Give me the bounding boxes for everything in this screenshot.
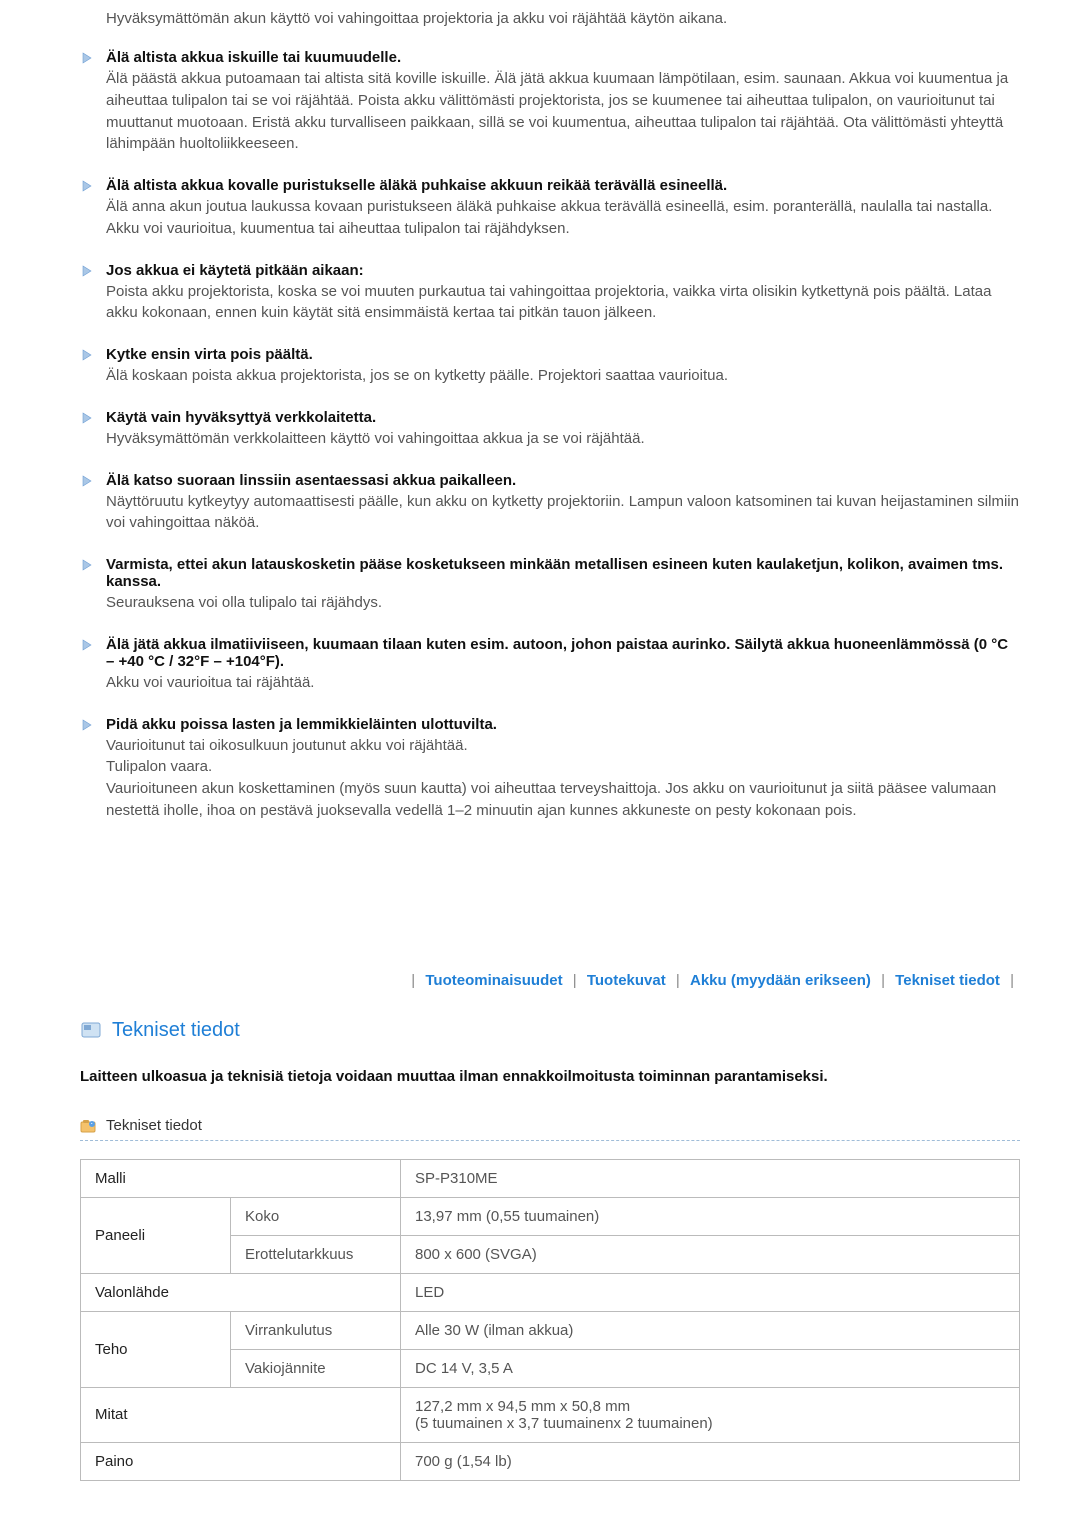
spec-light-value: LED [401,1273,1020,1311]
spec-power-volt-value: DC 14 V, 3,5 A [401,1349,1020,1387]
section-heading-label: Tekniset tiedot [112,1019,240,1042]
warning-item: Käytä vain hyväksyttyä verkkolaitetta. Hy… [80,409,1020,450]
warning-item: Pidä akku poissa lasten ja lemmikkieläin… [80,716,1020,822]
spec-power-cons-value: Alle 30 W (ilman akkua) [401,1311,1020,1349]
warning-title: Pidä akku poissa lasten ja lemmikkieläin… [106,716,1020,733]
subsection-label: Tekniset tiedot [106,1117,202,1134]
spec-dim-label: Mitat [81,1387,401,1442]
warning-body: Vaurioitunut tai oikosulkuun joutunut ak… [106,735,1020,822]
spec-panel-res-label: Erottelutarkkuus [231,1235,401,1273]
bullet-right-icon [80,558,94,572]
spec-dim-value: 127,2 mm x 94,5 mm x 50,8 mm (5 tuumaine… [401,1387,1020,1442]
bullet-right-icon [80,348,94,362]
warning-body: Älä anna akun joutua laukussa kovaan pur… [106,196,1020,240]
spec-power-label: Teho [81,1311,231,1387]
warning-item: Älä jätä akkua ilmatiiviiseen, kuumaan t… [80,636,1020,694]
warning-title: Jos akkua ei käytetä pitkään aikaan: [106,262,1020,279]
section-heading: Tekniset tiedot [80,1019,1020,1042]
warning-body: Akku voi vaurioitua tai räjähtää. [106,672,1020,694]
bullet-right-icon [80,264,94,278]
subsection-icon [80,1118,98,1133]
spec-power-volt-label: Vakiojännite [231,1349,401,1387]
warning-body: Poista akku projektorista, koska se voi … [106,281,1020,325]
spec-model-value: SP-P310ME [401,1159,1020,1197]
spec-panel-label: Paneeli [81,1197,231,1273]
warning-body: Hyväksymättömän verkkolaitteen käyttö vo… [106,428,1020,450]
warning-item: Varmista, ettei akun latauskosketin pääs… [80,556,1020,614]
bullet-right-icon [80,718,94,732]
warning-title: Käytä vain hyväksyttyä verkkolaitetta. [106,409,1020,426]
spec-weight-label: Paino [81,1442,401,1480]
spec-power-cons-label: Virrankulutus [231,1311,401,1349]
nav-link-specs[interactable]: Tekniset tiedot [895,972,1000,989]
bullet-right-icon [80,474,94,488]
bullet-right-icon [80,411,94,425]
warning-item: Älä altista akkua kovalle puristukselle … [80,177,1020,240]
spec-weight-value: 700 g (1,54 lb) [401,1442,1020,1480]
subsection-heading: Tekniset tiedot [80,1117,1020,1141]
nav-link-images[interactable]: Tuotekuvat [587,972,666,989]
section-note: Laitteen ulkoasua ja teknisiä tietoja vo… [80,1068,1020,1085]
bullet-right-icon [80,638,94,652]
nav-link-features[interactable]: Tuoteominaisuudet [425,972,562,989]
spec-panel-res-value: 800 x 600 (SVGA) [401,1235,1020,1273]
warning-title: Varmista, ettei akun latauskosketin pääs… [106,556,1020,590]
spec-panel-size-value: 13,97 mm (0,55 tuumainen) [401,1197,1020,1235]
warning-title: Älä jätä akkua ilmatiiviiseen, kuumaan t… [106,636,1020,670]
warning-body: Näyttöruutu kytkeytyy automaattisesti pä… [106,491,1020,535]
spec-panel-size-label: Koko [231,1197,401,1235]
warning-body: Seurauksena voi olla tulipalo tai räjähd… [106,592,1020,614]
section-icon [80,1019,102,1041]
warning-item: Jos akkua ei käytetä pitkään aikaan: Pois… [80,262,1020,325]
warning-item: Älä katso suoraan linssiin asentaessasi … [80,472,1020,535]
warning-item: Älä altista akkua iskuille tai kuumuudel… [80,49,1020,155]
spec-model-label: Malli [81,1159,401,1197]
warning-title: Kytke ensin virta pois päältä. [106,346,1020,363]
spec-light-label: Valonlähde [81,1273,401,1311]
warning-intro-text: Hyväksymättömän akun käyttö voi vahingoi… [80,10,1020,27]
nav-link-battery[interactable]: Akku (myydään erikseen) [690,972,871,989]
warning-title: Älä altista akkua kovalle puristukselle … [106,177,1020,194]
bullet-right-icon [80,179,94,193]
warning-body: Älä koskaan poista akkua projektorista, … [106,365,1020,387]
warning-title: Älä katso suoraan linssiin asentaessasi … [106,472,1020,489]
spec-table: Malli SP-P310ME Paneeli Koko 13,97 mm (0… [80,1159,1020,1481]
warning-item: Kytke ensin virta pois päältä. Älä koskaa… [80,346,1020,387]
warning-body: Älä päästä akkua putoamaan tai altista s… [106,68,1020,155]
section-nav-links: | Tuoteominaisuudet | Tuotekuvat | Akku … [80,972,1020,989]
bullet-right-icon [80,51,94,65]
warning-title: Älä altista akkua iskuille tai kuumuudel… [106,49,1020,66]
